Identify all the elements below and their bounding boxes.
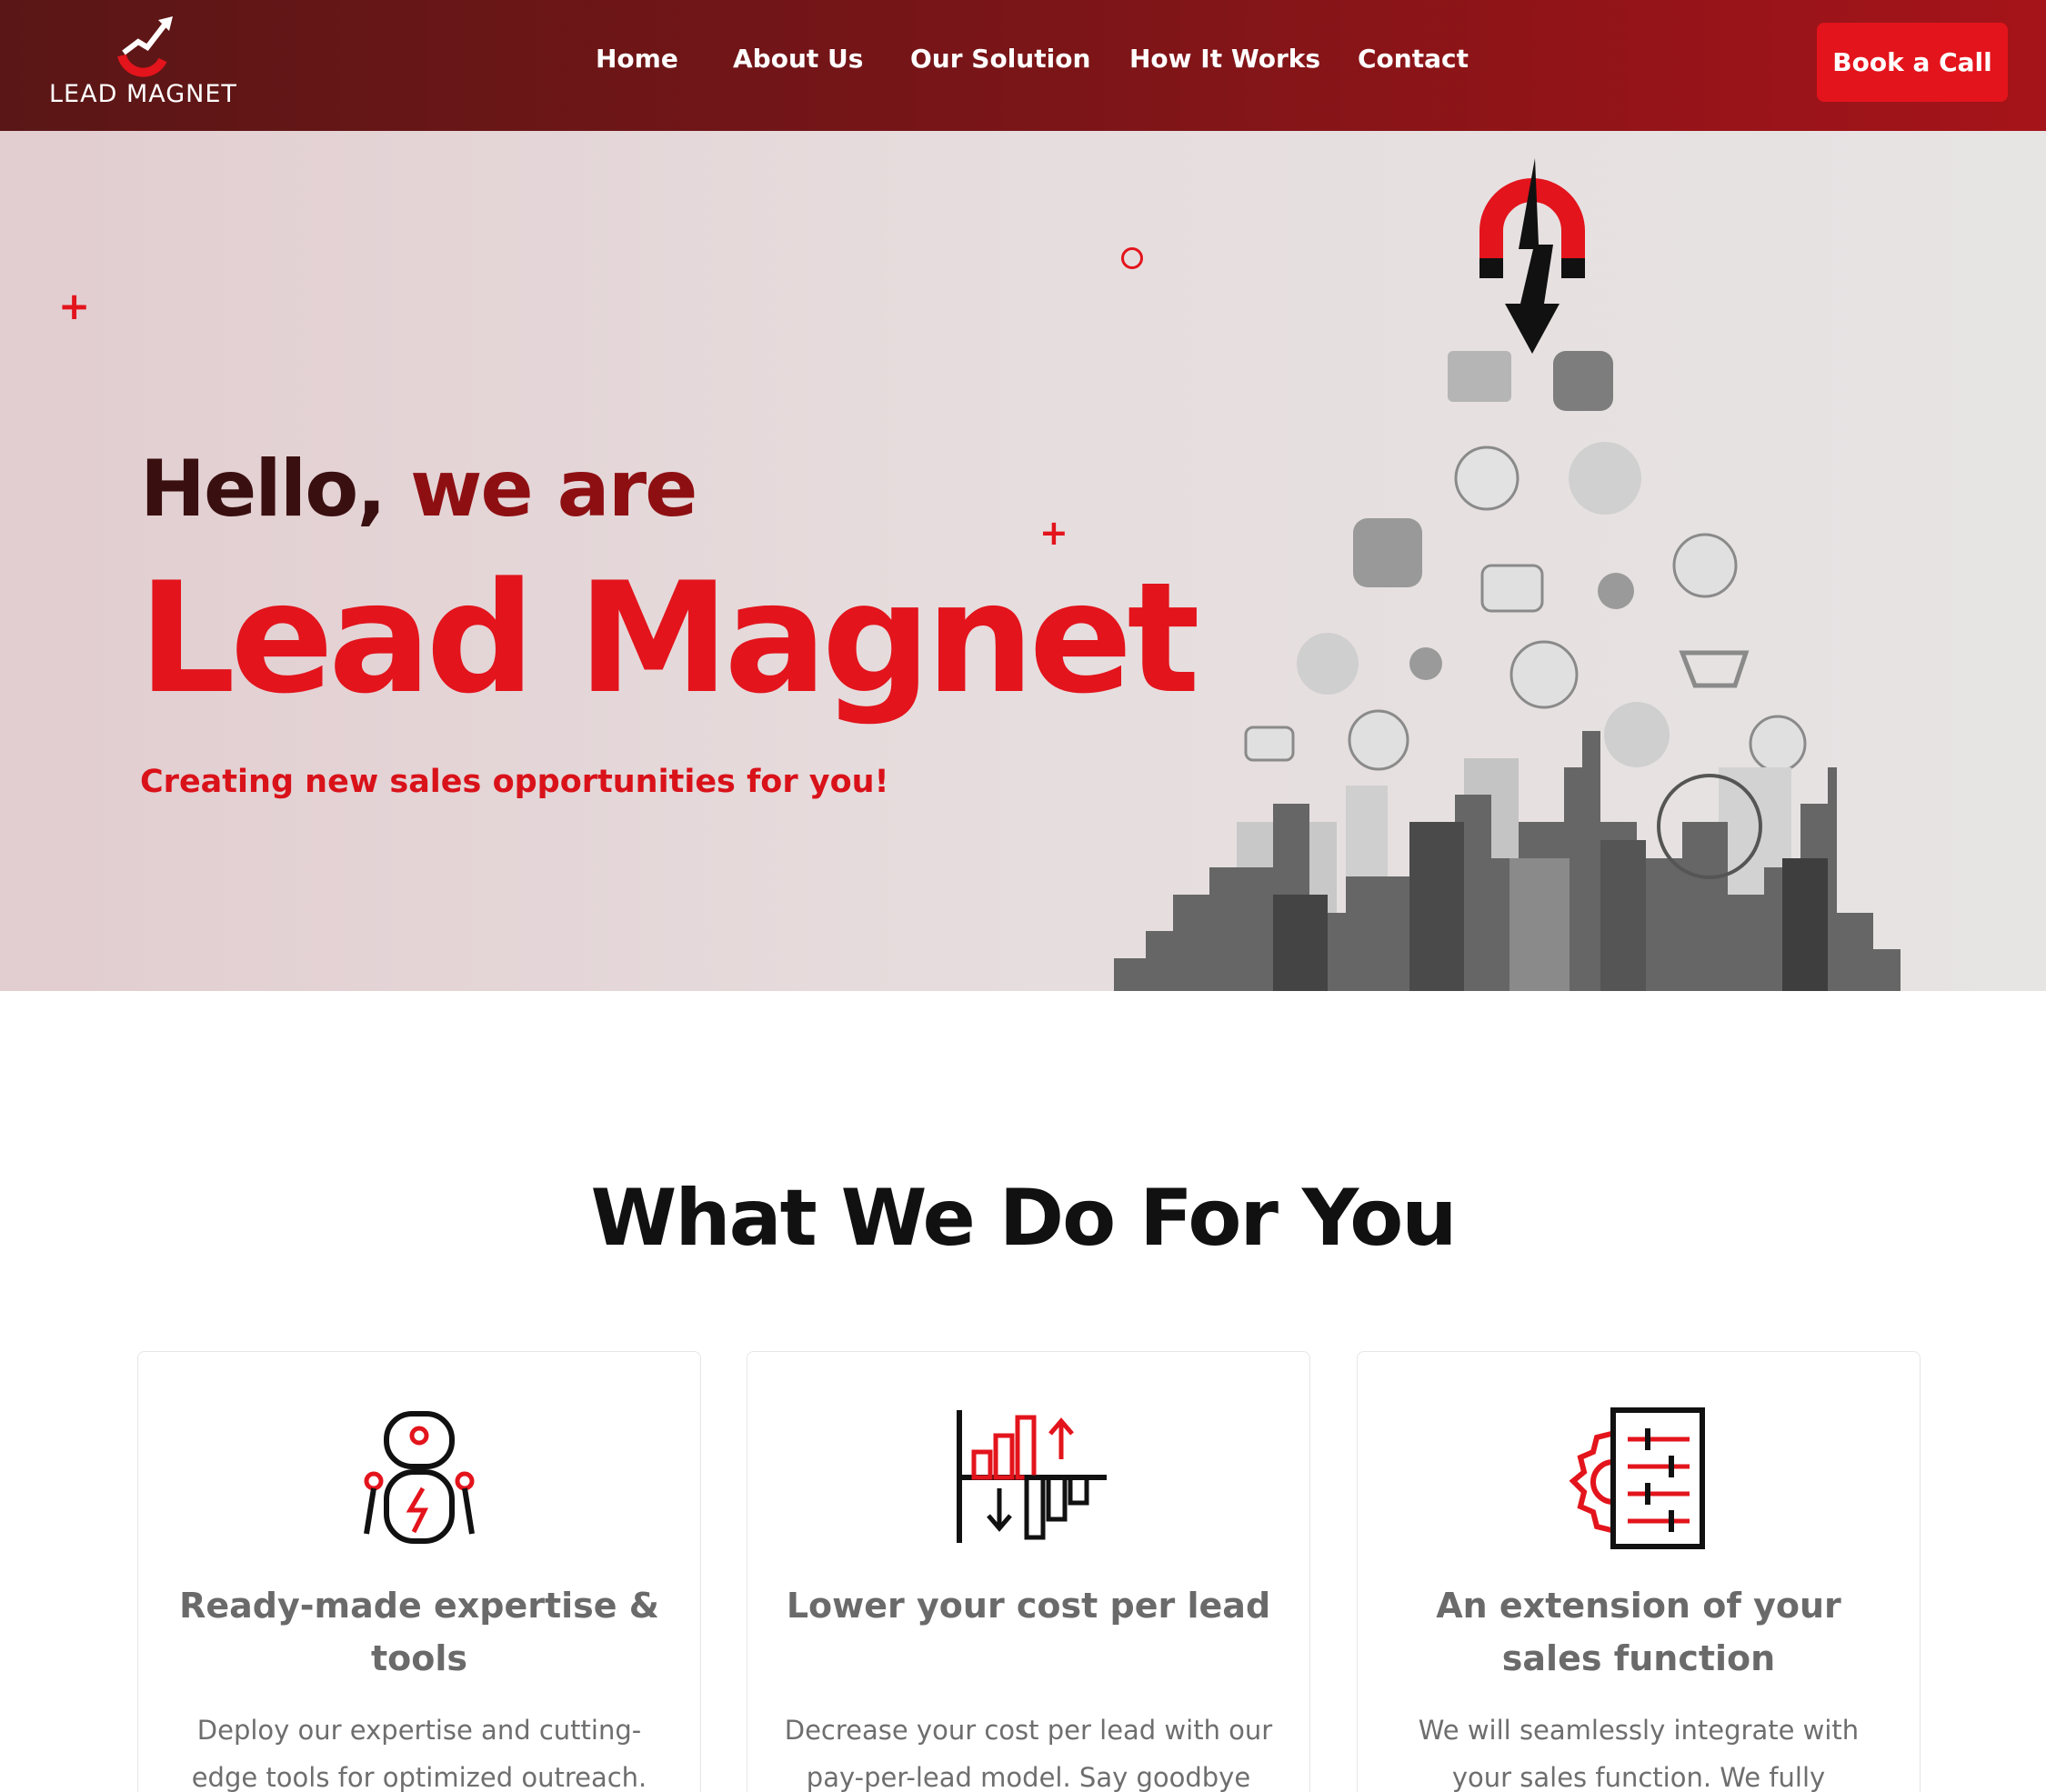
hero-subtitle: Creating new sales opportunities for you… <box>140 764 889 800</box>
city-skyline <box>1114 731 1901 991</box>
chat-icon <box>1244 726 1295 762</box>
services-title: What We Do For You <box>590 1173 1457 1264</box>
magnet-icon <box>1479 158 1585 354</box>
nav-about-us[interactable]: About Us <box>733 44 863 74</box>
hero-greeting-we-are: we are <box>409 444 697 535</box>
nav-our-solution[interactable]: Our Solution <box>910 44 1090 74</box>
building-icon <box>1448 351 1511 402</box>
plus-decoration-icon: + <box>58 284 91 328</box>
gear-settings-icon <box>1569 1407 1705 1549</box>
wifi-icon <box>1553 351 1613 411</box>
hero-section: + + Hello, we are Lead Magnet Creating n… <box>0 131 2046 991</box>
service-card-title: Ready-made expertise & tools <box>179 1586 659 1678</box>
service-card-text: We will seamlessly integrate with your s… <box>1418 1715 1860 1792</box>
dollar-icon <box>1749 715 1807 773</box>
logo-icon <box>117 16 173 77</box>
service-card-text: Deploy our expertise and cutting-edge to… <box>191 1715 647 1792</box>
cart-icon <box>1679 650 1750 688</box>
lightbulb-icon <box>1598 573 1634 609</box>
nav-contact[interactable]: Contact <box>1358 44 1469 74</box>
hero-greeting-hello: Hello, <box>140 444 386 535</box>
chat-icon <box>1480 564 1544 613</box>
robot-icon <box>364 1411 475 1544</box>
avatar-icon <box>1569 442 1641 515</box>
service-card-title: An extension of your sales function <box>1436 1586 1841 1678</box>
logo-text: LEAD MAGNET <box>49 80 237 108</box>
plus-decoration-icon: + <box>1039 513 1068 553</box>
service-card-text: Decrease your cost per lead with our pay… <box>784 1715 1273 1792</box>
nav-home[interactable]: Home <box>596 44 678 74</box>
service-card: Lower your cost per lead Decrease your c… <box>747 1351 1310 1792</box>
avatar-icon <box>1604 702 1670 767</box>
location-icon <box>1353 518 1422 587</box>
service-card: An extension of your sales function We w… <box>1357 1351 1921 1792</box>
hero-greeting: Hello, we are <box>140 444 697 535</box>
cost-chart-icon <box>957 1410 1107 1543</box>
phone-icon <box>1509 640 1579 709</box>
avatar-icon <box>1297 633 1359 695</box>
service-card: Ready-made expertise & tools Deploy our … <box>137 1351 701 1792</box>
hero-illustration <box>1114 158 1901 991</box>
site-header: LEAD MAGNET Home About Us Our Solution H… <box>0 0 2046 131</box>
hero-title: Lead Magnet <box>138 549 1200 727</box>
service-card-title: Lower your cost per lead <box>786 1586 1271 1626</box>
pound-icon <box>1348 709 1409 771</box>
globe-icon <box>1672 533 1738 598</box>
nav-how-it-works[interactable]: How It Works <box>1129 44 1320 74</box>
site-logo[interactable]: LEAD MAGNET <box>45 15 246 115</box>
speaker-icon <box>1454 445 1519 511</box>
network-icon <box>1409 647 1442 680</box>
book-a-call-button[interactable]: Book a Call <box>1817 23 2008 102</box>
